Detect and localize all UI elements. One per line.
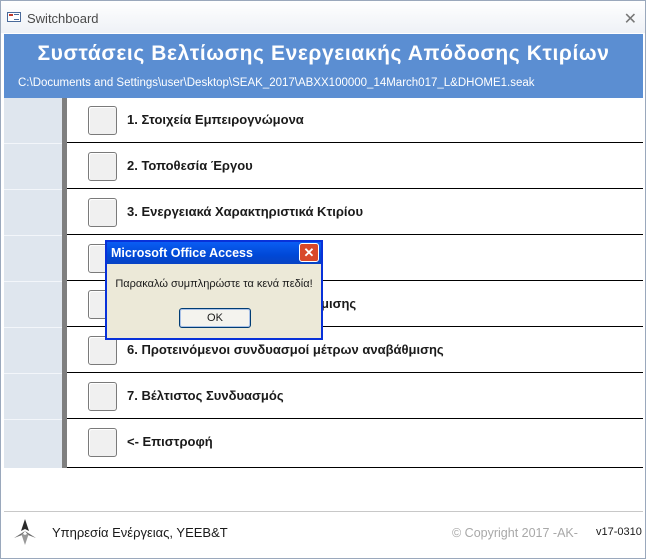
- menu-button-7[interactable]: [88, 382, 117, 411]
- dialog-title-bar: Microsoft Office Access ✕: [107, 242, 321, 264]
- menu-label-1[interactable]: 1. Στοιχεία Εμπειρογνώμονα: [127, 112, 304, 127]
- menu-button-2[interactable]: [88, 152, 117, 181]
- menu-label-3[interactable]: 3. Ενεργειακά Χαρακτηριστικά Κτιρίου: [127, 204, 363, 219]
- dialog-close-icon[interactable]: ✕: [299, 243, 319, 262]
- menu-label-5[interactable]: μισης: [321, 296, 356, 311]
- footer: Υπηρεσία Ενέργειας, ΥΕΕΒ&Τ © Copyright 2…: [4, 512, 643, 556]
- menu-label-8[interactable]: <- Επιστροφή: [127, 434, 213, 449]
- logo-icon: [14, 519, 36, 545]
- version-text: v17-0310: [596, 526, 642, 538]
- organization-name: Υπηρεσία Ενέργειας, ΥΕΕΒ&Τ: [52, 525, 228, 540]
- alert-dialog: Microsoft Office Access ✕ Παρακαλώ συμπλ…: [105, 240, 323, 340]
- menu-label-2[interactable]: 2. Τοποθεσία Έργου: [127, 158, 253, 173]
- window-title: Switchboard: [27, 11, 99, 26]
- title-bar: Switchboard ✕: [1, 1, 645, 33]
- close-icon[interactable]: ✕: [624, 9, 637, 29]
- page-title: Συστάσεις Βελτίωσης Ενεργειακής Απόδοσης…: [37, 42, 610, 65]
- form-header: Συστάσεις Βελτίωσης Ενεργειακής Απόδοσης…: [4, 34, 643, 98]
- menu-button-6[interactable]: [88, 336, 117, 365]
- menu-item-8[interactable]: <- Επιστροφή: [67, 420, 643, 468]
- dialog-message: Παρακαλώ συμπληρώστε τα κενά πεδία!: [115, 278, 313, 290]
- left-strip: [4, 98, 62, 468]
- menu-item-7[interactable]: 7. Βέλτιστος Συνδυασμός: [67, 374, 643, 419]
- menu-label-7[interactable]: 7. Βέλτιστος Συνδυασμός: [127, 388, 284, 403]
- menu-item-3[interactable]: 3. Ενεργειακά Χαρακτηριστικά Κτιρίου: [67, 190, 643, 235]
- menu-button-3[interactable]: [88, 198, 117, 227]
- menu-button-1[interactable]: [88, 106, 117, 135]
- menu-button-8[interactable]: [88, 428, 117, 457]
- menu-item-1[interactable]: 1. Στοιχεία Εμπειρογνώμονα: [67, 98, 643, 143]
- menu-item-2[interactable]: 2. Τοποθεσία Έργου: [67, 144, 643, 189]
- app-icon: [7, 12, 21, 22]
- menu-label-6[interactable]: 6. Προτεινόμενοι συνδυασμοί μέτρων αναβά…: [127, 342, 444, 357]
- dialog-title: Microsoft Office Access: [111, 246, 253, 260]
- copyright-text: © Copyright 2017 -AK-: [452, 526, 578, 540]
- ok-button[interactable]: OK: [179, 308, 251, 328]
- file-path: C:\Documents and Settings\user\Desktop\S…: [18, 77, 535, 89]
- switchboard-window: Switchboard ✕ Συστάσεις Βελτίωσης Ενεργε…: [0, 0, 646, 559]
